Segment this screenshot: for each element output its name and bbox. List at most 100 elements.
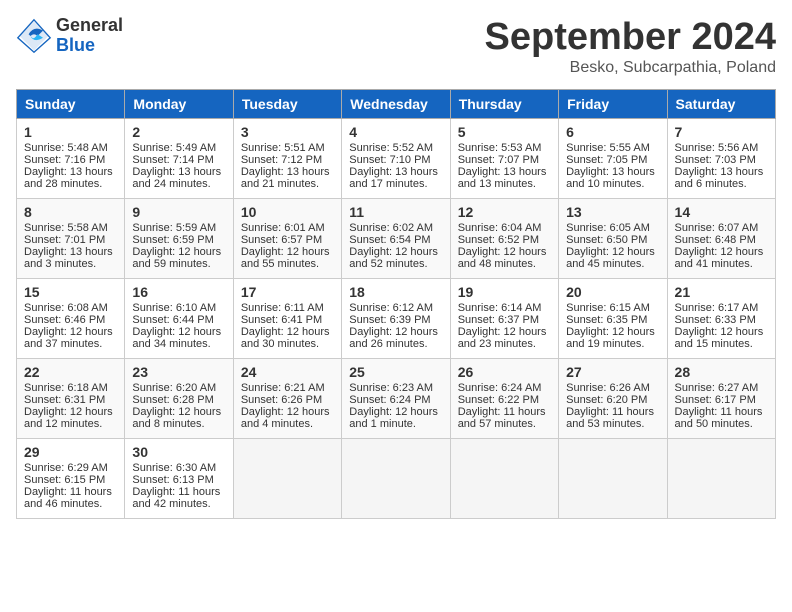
calendar-cell: 21Sunrise: 6:17 AMSunset: 6:33 PMDayligh… <box>667 279 775 359</box>
sunset-text: Sunset: 6:37 PM <box>458 314 539 326</box>
calendar-cell: 7Sunrise: 5:56 AMSunset: 7:03 PMDaylight… <box>667 119 775 199</box>
calendar-week-4: 22Sunrise: 6:18 AMSunset: 6:31 PMDayligh… <box>17 359 776 439</box>
day-number: 6 <box>566 124 659 140</box>
daylight-text: Daylight: 12 hours <box>241 246 330 258</box>
sunrise-text: Sunrise: 6:27 AM <box>675 382 759 394</box>
sunrise-text: Sunrise: 6:24 AM <box>458 382 542 394</box>
daylight-minutes: and 1 minute. <box>349 418 416 430</box>
logo-icon <box>16 18 52 54</box>
day-number: 24 <box>241 364 334 380</box>
sunset-text: Sunset: 6:24 PM <box>349 394 430 406</box>
daylight-text: Daylight: 13 hours <box>458 166 547 178</box>
daylight-minutes: and 10 minutes. <box>566 178 644 190</box>
calendar-cell: 25Sunrise: 6:23 AMSunset: 6:24 PMDayligh… <box>342 359 450 439</box>
sunrise-text: Sunrise: 6:18 AM <box>24 382 108 394</box>
daylight-minutes: and 28 minutes. <box>24 178 102 190</box>
day-number: 1 <box>24 124 117 140</box>
sunrise-text: Sunrise: 6:29 AM <box>24 462 108 474</box>
sunset-text: Sunset: 6:39 PM <box>349 314 430 326</box>
daylight-text: Daylight: 13 hours <box>24 246 113 258</box>
day-number: 17 <box>241 284 334 300</box>
sunrise-text: Sunrise: 6:05 AM <box>566 222 650 234</box>
calendar-cell <box>450 439 558 519</box>
daylight-minutes: and 12 minutes. <box>24 418 102 430</box>
day-number: 10 <box>241 204 334 220</box>
sunset-text: Sunset: 6:28 PM <box>132 394 213 406</box>
calendar-cell: 1Sunrise: 5:48 AMSunset: 7:16 PMDaylight… <box>17 119 125 199</box>
sunset-text: Sunset: 7:05 PM <box>566 154 647 166</box>
sunrise-text: Sunrise: 6:11 AM <box>241 302 324 314</box>
day-number: 3 <box>241 124 334 140</box>
logo-general: General <box>56 16 123 36</box>
sunrise-text: Sunrise: 5:48 AM <box>24 142 108 154</box>
daylight-minutes: and 50 minutes. <box>675 418 753 430</box>
sunset-text: Sunset: 6:44 PM <box>132 314 213 326</box>
daylight-minutes: and 34 minutes. <box>132 338 210 350</box>
calendar-cell: 9Sunrise: 5:59 AMSunset: 6:59 PMDaylight… <box>125 199 233 279</box>
weekday-header-wednesday: Wednesday <box>342 90 450 119</box>
sunset-text: Sunset: 7:10 PM <box>349 154 430 166</box>
sunrise-text: Sunrise: 6:14 AM <box>458 302 542 314</box>
calendar-cell: 16Sunrise: 6:10 AMSunset: 6:44 PMDayligh… <box>125 279 233 359</box>
calendar-cell <box>342 439 450 519</box>
daylight-text: Daylight: 13 hours <box>132 166 221 178</box>
daylight-text: Daylight: 12 hours <box>132 326 221 338</box>
day-number: 2 <box>132 124 225 140</box>
calendar-cell: 8Sunrise: 5:58 AMSunset: 7:01 PMDaylight… <box>17 199 125 279</box>
calendar-cell: 3Sunrise: 5:51 AMSunset: 7:12 PMDaylight… <box>233 119 341 199</box>
daylight-text: Daylight: 11 hours <box>24 486 112 498</box>
daylight-text: Daylight: 12 hours <box>675 326 764 338</box>
day-number: 21 <box>675 284 768 300</box>
daylight-minutes: and 55 minutes. <box>241 258 319 270</box>
daylight-text: Daylight: 12 hours <box>132 406 221 418</box>
sunset-text: Sunset: 6:41 PM <box>241 314 322 326</box>
sunset-text: Sunset: 6:26 PM <box>241 394 322 406</box>
daylight-minutes: and 57 minutes. <box>458 418 536 430</box>
sunset-text: Sunset: 6:50 PM <box>566 234 647 246</box>
logo-blue-text: Blue <box>56 36 123 56</box>
daylight-minutes: and 3 minutes. <box>24 258 96 270</box>
sunrise-text: Sunrise: 5:49 AM <box>132 142 216 154</box>
day-number: 30 <box>132 444 225 460</box>
sunrise-text: Sunrise: 5:53 AM <box>458 142 542 154</box>
daylight-minutes: and 4 minutes. <box>241 418 313 430</box>
day-number: 8 <box>24 204 117 220</box>
daylight-text: Daylight: 12 hours <box>349 406 438 418</box>
calendar-cell: 28Sunrise: 6:27 AMSunset: 6:17 PMDayligh… <box>667 359 775 439</box>
sunset-text: Sunset: 6:59 PM <box>132 234 213 246</box>
sunrise-text: Sunrise: 6:23 AM <box>349 382 433 394</box>
day-number: 16 <box>132 284 225 300</box>
daylight-text: Daylight: 13 hours <box>24 166 113 178</box>
calendar-cell: 22Sunrise: 6:18 AMSunset: 6:31 PMDayligh… <box>17 359 125 439</box>
sunrise-text: Sunrise: 5:55 AM <box>566 142 650 154</box>
day-number: 4 <box>349 124 442 140</box>
day-number: 14 <box>675 204 768 220</box>
calendar-week-5: 29Sunrise: 6:29 AMSunset: 6:15 PMDayligh… <box>17 439 776 519</box>
daylight-minutes: and 45 minutes. <box>566 258 644 270</box>
sunrise-text: Sunrise: 6:02 AM <box>349 222 433 234</box>
sunset-text: Sunset: 6:46 PM <box>24 314 105 326</box>
sunrise-text: Sunrise: 6:04 AM <box>458 222 542 234</box>
day-number: 26 <box>458 364 551 380</box>
daylight-text: Daylight: 11 hours <box>675 406 763 418</box>
daylight-text: Daylight: 12 hours <box>24 326 113 338</box>
daylight-minutes: and 26 minutes. <box>349 338 427 350</box>
logo: General Blue <box>16 16 123 56</box>
calendar-week-2: 8Sunrise: 5:58 AMSunset: 7:01 PMDaylight… <box>17 199 776 279</box>
daylight-minutes: and 24 minutes. <box>132 178 210 190</box>
daylight-text: Daylight: 11 hours <box>458 406 546 418</box>
calendar-cell: 17Sunrise: 6:11 AMSunset: 6:41 PMDayligh… <box>233 279 341 359</box>
daylight-minutes: and 6 minutes. <box>675 178 747 190</box>
calendar-cell: 24Sunrise: 6:21 AMSunset: 6:26 PMDayligh… <box>233 359 341 439</box>
header: General Blue September 2024 Besko, Subca… <box>16 16 776 77</box>
daylight-text: Daylight: 12 hours <box>132 246 221 258</box>
calendar-cell <box>233 439 341 519</box>
sunset-text: Sunset: 7:14 PM <box>132 154 213 166</box>
day-number: 27 <box>566 364 659 380</box>
sunset-text: Sunset: 7:03 PM <box>675 154 756 166</box>
day-number: 15 <box>24 284 117 300</box>
month-title: September 2024 <box>485 16 777 59</box>
sunset-text: Sunset: 7:01 PM <box>24 234 105 246</box>
sunrise-text: Sunrise: 6:08 AM <box>24 302 108 314</box>
calendar-cell: 6Sunrise: 5:55 AMSunset: 7:05 PMDaylight… <box>559 119 667 199</box>
